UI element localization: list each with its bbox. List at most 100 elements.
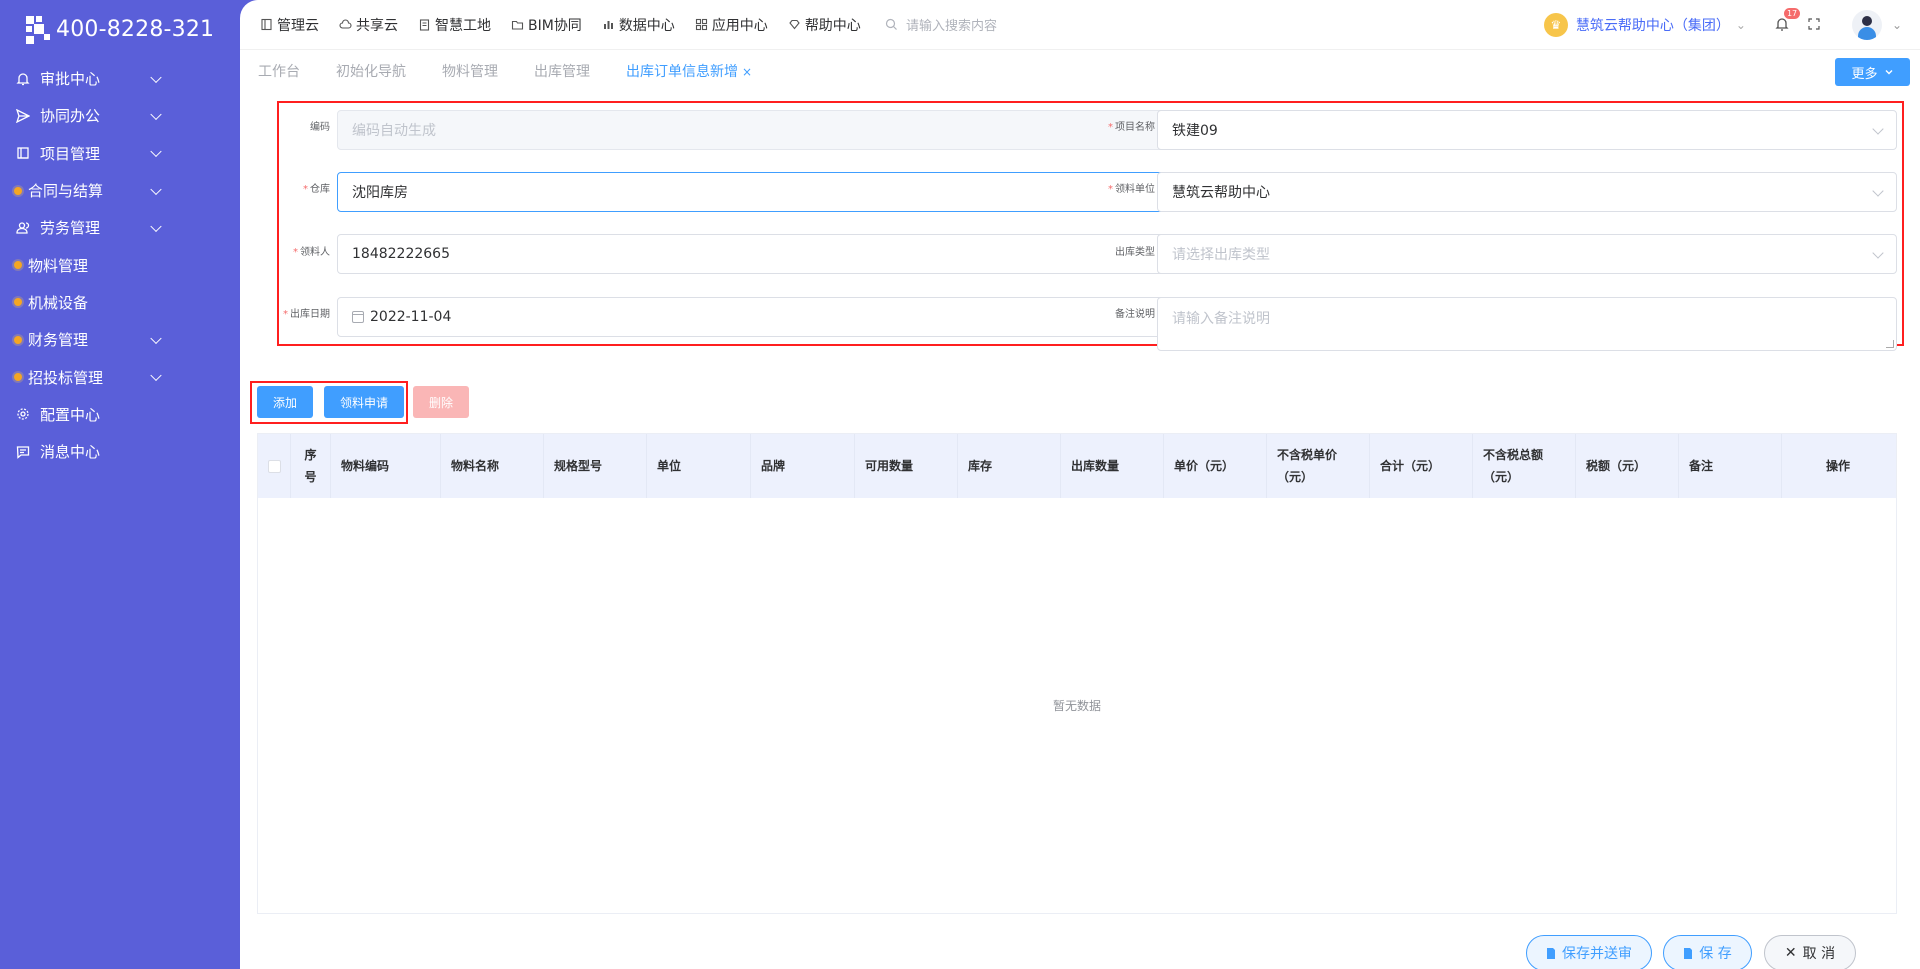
logo[interactable]: 400-8228-321 [0,0,240,58]
tab-init-nav[interactable]: 初始化导航 [336,61,406,81]
table-header: 序号 物料编码 物料名称 规格型号 单位 品牌 可用数量 库存 出库数量 单价（… [258,434,1896,498]
required-mark: * [303,184,308,195]
project-select[interactable]: 铁建09 [1157,110,1897,150]
topnav-label: 数据中心 [618,17,675,34]
column-header: 操作 [1825,459,1850,473]
book-icon [14,144,32,162]
sidebar-item-finance[interactable]: 财务管理 [0,321,240,358]
message-icon [14,443,32,461]
chevron-down-icon [150,183,162,195]
tab-outbound[interactable]: 出库管理 [534,61,590,81]
resize-handle[interactable] [1886,340,1894,348]
sidebar-item-label: 劳务管理 [40,219,101,238]
org-switcher[interactable]: 慧筑云帮助中心（集团） [1576,15,1730,35]
sidebar-item-config[interactable]: 配置中心 [0,396,240,433]
sidebar-item-label: 物料管理 [28,256,89,275]
topnav-label: 智慧工地 [435,17,491,34]
tab-outbound-new[interactable]: 出库订单信息新增 × [626,61,752,81]
sidebar-item-label: 项目管理 [40,144,101,163]
sidebar-item-label: 财务管理 [28,331,89,350]
button-label: 保 存 [1699,946,1732,962]
sidebar-item-label: 消息中心 [40,443,101,462]
add-button[interactable]: 添加 [257,386,313,418]
support-phone: 400-8228-321 [56,16,215,42]
header-line: （元） [1483,470,1520,484]
doc-icon [261,18,272,31]
project-value: 铁建09 [1172,123,1218,139]
topnav-help-center[interactable]: 帮助中心 [788,15,861,35]
dot-icon [14,298,22,307]
column-header: 不含税单价 （元） [1267,434,1370,498]
notification-bell-icon[interactable]: 17 [1774,8,1801,34]
sidebar-item-messages[interactable]: 消息中心 [0,433,240,470]
label-text: 出库类型 [1115,247,1155,258]
gear-icon [14,405,32,423]
delete-button[interactable]: 删除 [413,386,469,418]
cancel-button[interactable]: ✕ 取 消 [1764,935,1856,969]
sidebar-item-material[interactable]: 物料管理 [0,246,240,283]
save-button[interactable]: 保 存 [1663,935,1752,969]
select-all-cell [258,434,291,498]
sidebar-item-bidding[interactable]: 招投标管理 [0,358,240,395]
topnav-label: 管理云 [277,17,319,34]
topnav-app-center[interactable]: 应用中心 [695,15,768,35]
required-mark: * [1108,122,1113,133]
dot-icon [14,373,22,382]
label-text: 领料单位 [1115,184,1155,195]
fullscreen-icon[interactable] [1808,18,1822,32]
grid-icon [695,18,707,31]
label-text: 项目名称 [1115,122,1155,133]
close-icon[interactable]: × [742,65,752,79]
sidebar-item-project[interactable]: 项目管理 [0,135,240,172]
sidebar-item-approval[interactable]: 审批中心 [0,60,240,97]
dot-icon [14,335,22,344]
sidebar-item-collab[interactable]: 协同办公 [0,97,240,134]
label-text: 出库日期 [290,309,330,320]
column-header: 合计（元） [1370,434,1473,498]
required-mark: * [293,247,298,258]
calendar-icon [352,311,364,323]
remark-textarea[interactable]: 请输入备注说明 [1157,297,1897,351]
tab-material[interactable]: 物料管理 [442,61,498,81]
topnav-management-cloud[interactable]: 管理云 [260,15,319,35]
topnav-label: BIM协同 [528,17,582,34]
label-text: 仓库 [310,184,330,195]
sidebar-item-machinery[interactable]: 机械设备 [0,284,240,321]
out-type-select[interactable]: 请选择出库类型 [1157,234,1897,274]
sidebar-item-contract[interactable]: 合同与结算 [0,172,240,209]
remark-placeholder: 请输入备注说明 [1172,311,1270,327]
tab-workbench[interactable]: 工作台 [258,61,300,81]
users-icon [14,219,32,237]
search-box[interactable]: 请输入搜索内容 [885,15,1125,34]
topnav-smart-site[interactable]: 智慧工地 [418,15,491,35]
main-panel: 管理云 共享云 智慧工地 BIM协同 数据中心 应用中心 帮助中心 请输入搜索内… [240,0,1920,969]
topnav-label: 应用中心 [711,17,768,34]
topnav-data-center[interactable]: 数据中心 [602,15,675,35]
unit-select[interactable]: 慧筑云帮助中心 [1157,172,1897,212]
column-header: 备注 [1679,434,1782,498]
sidebar-item-label: 配置中心 [40,405,101,424]
empty-state: 暂无数据 [1052,699,1101,713]
chevron-down-icon[interactable]: ⌄ [1892,18,1902,32]
material-apply-button[interactable]: 领料申请 [324,386,404,418]
chevron-down-icon[interactable]: ⌄ [1736,18,1746,32]
chart-icon [603,21,613,29]
select-all-checkbox[interactable] [267,459,281,473]
label-text: 备注说明 [1115,309,1155,320]
cloud-icon [339,19,352,29]
topnav-shared-cloud[interactable]: 共享云 [339,15,398,35]
avatar[interactable] [1851,10,1882,40]
bell-icon [14,70,32,88]
more-button[interactable]: 更多 [1835,58,1910,86]
sidebar-item-labor[interactable]: 劳务管理 [0,209,240,246]
save-and-submit-button[interactable]: 保存并送审 [1526,935,1652,969]
search-placeholder: 请输入搜索内容 [906,19,998,34]
folder-icon [511,20,524,30]
chevron-down-icon [150,332,162,344]
column-header: 序号 [291,434,331,498]
topnav-bim[interactable]: BIM协同 [511,15,582,35]
column-header: 单价（元） [1164,434,1267,498]
dot-icon [14,261,22,270]
header-line: 序 [304,448,317,462]
doc-icon [1684,947,1693,959]
